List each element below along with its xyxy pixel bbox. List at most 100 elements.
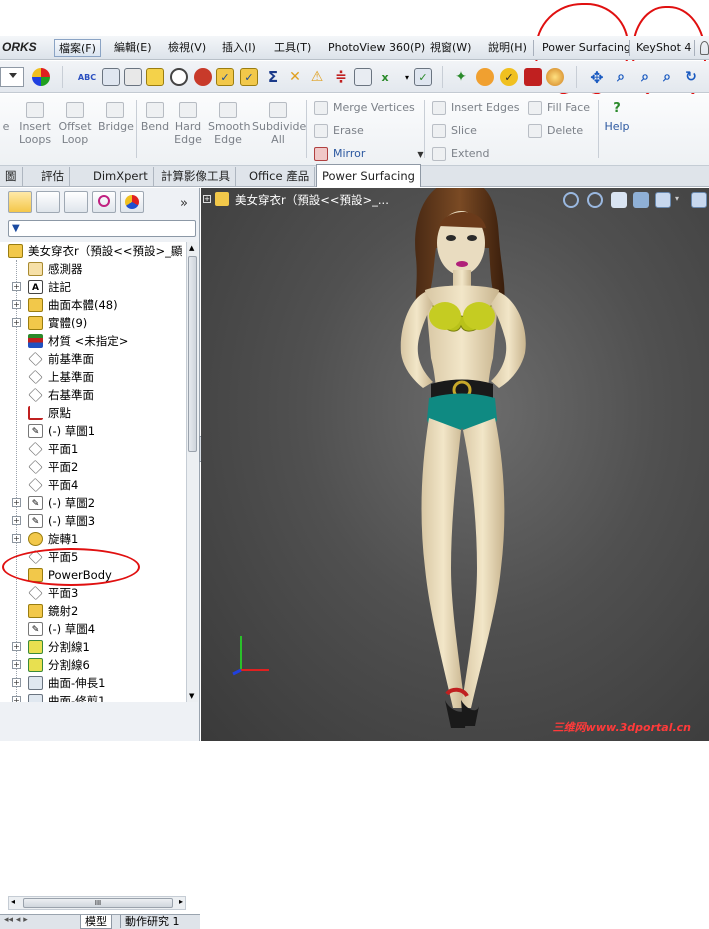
chevron-down-icon[interactable]: ▾ xyxy=(675,194,679,203)
check-icon[interactable]: ✓ xyxy=(216,68,234,86)
zoom-fit-icon[interactable]: ⌕ xyxy=(658,68,676,86)
display-manager-tab-icon[interactable] xyxy=(120,191,144,213)
export-icon[interactable]: ✓ xyxy=(414,68,432,86)
dropdown-arrow-icon[interactable] xyxy=(0,67,24,87)
tab-motion-study[interactable]: 動作研究 1 xyxy=(120,915,184,928)
render-tool-icon[interactable]: ✦ xyxy=(452,68,470,86)
measure-icon[interactable] xyxy=(124,68,142,86)
scroll-thumb[interactable]: III xyxy=(23,898,173,908)
tab-sketch[interactable]: 圖 xyxy=(0,167,23,186)
menu-window[interactable]: 視窗(W) xyxy=(426,39,475,57)
cmd-truncated[interactable]: e xyxy=(0,102,12,133)
menu-power-surfacing[interactable]: Power Surfacing xyxy=(538,39,635,57)
menu-insert[interactable]: 插入(I) xyxy=(218,39,260,57)
render-tool-icon[interactable] xyxy=(546,68,564,86)
tree-fly-out-icon[interactable]: + xyxy=(203,195,211,203)
tab-render-tools[interactable]: 計算影像工具 xyxy=(156,167,236,186)
hard-edge-button[interactable]: Hard Edge xyxy=(172,102,204,146)
expand-toggle-icon[interactable]: + xyxy=(12,642,21,651)
rotate-icon[interactable]: ↻ xyxy=(682,68,700,86)
extend-button[interactable]: Extend xyxy=(432,146,490,162)
performance-icon[interactable] xyxy=(170,68,188,86)
slice-button[interactable]: Slice xyxy=(432,123,477,139)
measure-icon[interactable] xyxy=(102,68,120,86)
spell-check-icon[interactable]: ABC xyxy=(78,68,96,86)
fill-face-button[interactable]: Fill Face xyxy=(528,100,590,116)
dimxpert-manager-tab-icon[interactable] xyxy=(92,191,116,213)
tab-power-surfacing[interactable]: Power Surfacing xyxy=(316,164,421,187)
zoom-to-area-icon[interactable]: ⌕ xyxy=(612,68,630,86)
warning-icon[interactable]: ⚠ xyxy=(308,68,326,86)
erase-button[interactable]: Erase xyxy=(314,123,364,139)
material-icon xyxy=(28,334,43,348)
help-button[interactable]: ? Help xyxy=(604,102,630,134)
menu-help[interactable]: 說明(H) xyxy=(484,39,531,57)
expand-toggle-icon[interactable]: + xyxy=(12,318,21,327)
expand-toggle-icon[interactable]: + xyxy=(12,678,21,687)
section-view-icon[interactable] xyxy=(633,192,649,208)
tree-item-label: (-) 草圖1 xyxy=(48,424,96,438)
render-tool-icon[interactable]: ✓ xyxy=(500,68,518,86)
menu-view[interactable]: 檢視(V) xyxy=(164,39,210,57)
scroll-thumb[interactable] xyxy=(188,256,197,452)
expand-toggle-icon[interactable]: + xyxy=(12,282,21,291)
menu-edit[interactable]: 編輯(E) xyxy=(110,39,156,57)
display-style-icon[interactable] xyxy=(691,192,707,208)
zoom-to-area-icon[interactable] xyxy=(587,192,603,208)
appearance-icon[interactable] xyxy=(32,68,50,86)
expand-toggle-icon[interactable]: + xyxy=(12,498,21,507)
smooth-edge-button[interactable]: Smooth Edge xyxy=(208,102,250,146)
filter-input[interactable]: ▼ xyxy=(8,220,196,237)
merge-vertices-button[interactable]: Merge Vertices xyxy=(314,100,415,116)
tab-office-products[interactable]: Office 產品 xyxy=(244,167,316,186)
menu-photoview[interactable]: PhotoView 360(P) xyxy=(324,39,429,57)
graphics-viewport[interactable]: + 美女穿衣r（預設<<預設>_... ▾ 三维网www.3dportal.cn xyxy=(201,188,709,741)
menu-file[interactable]: 檔案(F) xyxy=(54,39,101,57)
split-line-icon xyxy=(28,640,43,654)
expand-toggle-icon[interactable]: + xyxy=(12,660,21,669)
offset-loop-button[interactable]: Offset Loop xyxy=(58,102,92,146)
sum-icon[interactable]: Σ xyxy=(264,68,282,86)
check-icon[interactable]: ✓ xyxy=(240,68,258,86)
property-manager-tab-icon[interactable] xyxy=(36,191,60,213)
tree-horizontal-scrollbar[interactable]: ◂ III ▸ xyxy=(8,896,186,910)
tree-item-label: 平面3 xyxy=(48,586,79,600)
delete-button[interactable]: Delete xyxy=(528,123,583,139)
expand-chevron-icon[interactable]: » xyxy=(180,196,188,211)
feature-icon[interactable]: x xyxy=(376,68,394,86)
subdivide-all-button[interactable]: Subdivide All xyxy=(252,102,306,146)
expand-toggle-icon[interactable]: + xyxy=(12,516,21,525)
chevron-down-icon[interactable]: ▼ xyxy=(417,150,423,159)
tab-evaluate[interactable]: 評估 xyxy=(36,167,70,186)
tree-vertical-scrollbar[interactable]: ▲ ▼ xyxy=(186,242,198,702)
bend-button[interactable]: Bend xyxy=(140,102,170,133)
pan-icon[interactable]: ✥ xyxy=(588,68,606,87)
rebuild-icon[interactable] xyxy=(194,68,212,86)
render-tool-icon[interactable] xyxy=(524,68,542,86)
compare-icon[interactable] xyxy=(354,68,372,86)
mirror-button[interactable]: Mirror ▼ xyxy=(314,146,424,162)
3d-model-figure[interactable] xyxy=(321,188,581,741)
insert-edges-button[interactable]: Insert Edges xyxy=(432,100,519,116)
bridge-button[interactable]: Bridge xyxy=(98,102,134,133)
zoom-in-icon[interactable]: ⌕ xyxy=(636,68,654,86)
pin-icon[interactable] xyxy=(700,41,709,55)
feature-manager-tab-icon[interactable] xyxy=(8,191,32,213)
expand-toggle-icon[interactable]: + xyxy=(12,696,21,702)
expand-toggle-icon[interactable]: + xyxy=(12,534,21,543)
configuration-manager-tab-icon[interactable] xyxy=(64,191,88,213)
expand-toggle-icon[interactable]: + xyxy=(12,300,21,309)
view-orientation-icon[interactable] xyxy=(655,192,671,208)
tab-model[interactable]: 模型 xyxy=(80,915,112,929)
render-tool-icon[interactable] xyxy=(476,68,494,86)
cross-icon[interactable]: ✕ xyxy=(286,68,304,86)
menu-tools[interactable]: 工具(T) xyxy=(270,39,315,57)
split-icon[interactable]: ≑ xyxy=(332,68,350,86)
origin-icon xyxy=(28,406,43,420)
previous-view-icon[interactable] xyxy=(611,192,627,208)
insert-loops-button[interactable]: Insert Loops xyxy=(16,102,54,146)
nav-arrows-icon[interactable]: ◂◂ ◂ ▸ xyxy=(4,915,28,925)
sketch-tool-icon[interactable] xyxy=(146,68,164,86)
tab-dimxpert[interactable]: DimXpert xyxy=(88,167,154,186)
menu-keyshot[interactable]: KeyShot 4 xyxy=(632,39,695,57)
